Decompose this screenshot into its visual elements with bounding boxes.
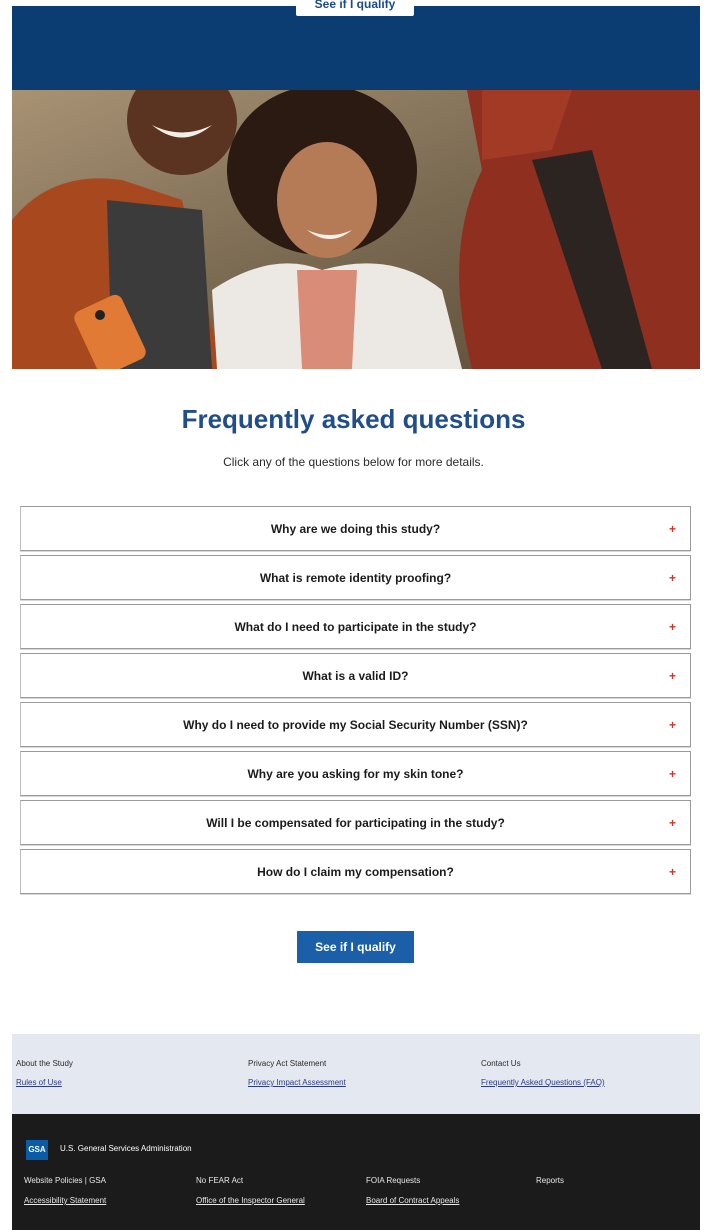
top-see-if-i-qualify-button[interactable]: See if I qualify <box>296 0 414 16</box>
top-banner <box>12 6 700 90</box>
footer-link-rules-of-use[interactable]: Rules of Use <box>16 1078 73 1087</box>
hero-photo-illustration <box>12 90 700 369</box>
gsa-logo-icon[interactable]: GSA <box>26 1140 48 1160</box>
faq-item[interactable]: What is remote identity proofing? + <box>20 555 691 600</box>
faq-question: Why do I need to provide my Social Secur… <box>183 718 528 732</box>
footer-col-1: About the Study Rules of Use <box>16 1059 73 1097</box>
footer-link-reports[interactable]: Reports <box>536 1176 564 1185</box>
footer-col-3: Contact Us Frequently Asked Questions (F… <box>481 1059 605 1097</box>
faq-question: Will I be compensated for participating … <box>206 816 505 830</box>
faq-item[interactable]: Why are you asking for my skin tone? + <box>20 751 691 796</box>
footer-links: About the Study Rules of Use Privacy Act… <box>12 1034 700 1114</box>
footer-link-contract-appeals[interactable]: Board of Contract Appeals <box>366 1196 459 1205</box>
expand-plus-icon[interactable]: + <box>669 801 676 846</box>
faq-question: What is a valid ID? <box>302 669 409 683</box>
expand-plus-icon[interactable]: + <box>669 556 676 601</box>
faq-question: What do I need to participate in the stu… <box>234 620 477 634</box>
faq-item[interactable]: What do I need to participate in the stu… <box>20 604 691 649</box>
footer-link-privacy-act[interactable]: Privacy Act Statement <box>248 1059 346 1068</box>
faq-title: Frequently asked questions <box>181 404 526 434</box>
page: See if I qualify Frequently asked questi… <box>0 0 707 1230</box>
footer-col-2: Privacy Act Statement Privacy Impact Ass… <box>248 1059 346 1097</box>
faq-item[interactable]: Why do I need to provide my Social Secur… <box>20 702 691 747</box>
faq-subtitle: Click any of the questions below for mor… <box>223 455 484 469</box>
see-if-i-qualify-button[interactable]: See if I qualify <box>297 931 414 963</box>
expand-plus-icon[interactable]: + <box>669 703 676 748</box>
faq-question: What is remote identity proofing? <box>259 571 452 585</box>
footer-link-foia[interactable]: FOIA Requests <box>366 1176 420 1185</box>
expand-plus-icon[interactable]: + <box>669 507 676 552</box>
agency-footer: GSA U.S. General Services Administration… <box>12 1114 700 1230</box>
footer-link-privacy-impact[interactable]: Privacy Impact Assessment <box>248 1078 346 1087</box>
hero-image <box>12 90 700 369</box>
faq-question: Why are you asking for my skin tone? <box>247 767 464 781</box>
expand-plus-icon[interactable]: + <box>669 654 676 699</box>
footer-link-no-fear-act[interactable]: No FEAR Act <box>196 1176 243 1185</box>
footer-link-about-study[interactable]: About the Study <box>16 1059 73 1068</box>
footer-link-contact-us[interactable]: Contact Us <box>481 1059 605 1068</box>
faq-item[interactable]: What is a valid ID? + <box>20 653 691 698</box>
faq-item[interactable]: Why are we doing this study? + <box>20 506 691 551</box>
agency-name: U.S. General Services Administration <box>60 1144 192 1153</box>
footer-link-website-policies[interactable]: Website Policies | GSA <box>24 1176 106 1185</box>
faq-item[interactable]: How do I claim my compensation? + <box>20 849 691 894</box>
faq-question: Why are we doing this study? <box>270 522 441 536</box>
faq-item[interactable]: Will I be compensated for participating … <box>20 800 691 845</box>
footer-link-faq[interactable]: Frequently Asked Questions (FAQ) <box>481 1078 605 1087</box>
expand-plus-icon[interactable]: + <box>669 850 676 895</box>
footer-link-inspector-general[interactable]: Office of the Inspector General <box>196 1196 305 1205</box>
faq-question: How do I claim my compensation? <box>257 865 454 879</box>
footer-link-accessibility[interactable]: Accessibility Statement <box>24 1196 106 1205</box>
faq-accordion: Why are we doing this study? + What is r… <box>20 506 691 898</box>
expand-plus-icon[interactable]: + <box>669 752 676 797</box>
expand-plus-icon[interactable]: + <box>669 605 676 650</box>
